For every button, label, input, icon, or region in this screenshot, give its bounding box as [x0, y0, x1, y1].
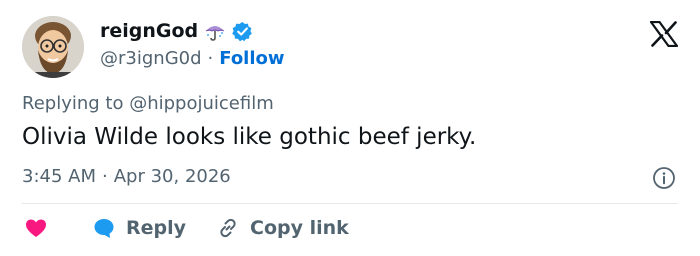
reply-label: Reply — [126, 217, 187, 239]
x-logo-icon[interactable] — [650, 21, 678, 47]
separator-dot: · — [207, 48, 214, 69]
follow-button[interactable]: Follow — [219, 48, 284, 69]
avatar[interactable] — [22, 16, 84, 78]
info-icon[interactable] — [652, 166, 676, 190]
action-bar: Reply Copy link — [24, 216, 349, 240]
replying-to: Replying to @hippojuicefilm — [22, 93, 274, 114]
tweet-text: Olivia Wilde looks like gothic beef jerk… — [22, 124, 477, 150]
reply-button[interactable]: Reply — [92, 216, 186, 240]
separator-dot: · — [102, 166, 108, 187]
copy-link-button[interactable]: Copy link — [216, 216, 349, 240]
display-name[interactable]: reignGod — [100, 20, 198, 42]
tweet-time: 3:45 AM — [22, 166, 96, 187]
verified-badge-icon — [232, 21, 253, 42]
umbrella-emoji-icon — [204, 20, 226, 42]
divider — [22, 203, 678, 204]
reply-bubble-icon — [94, 219, 114, 238]
reply-mention[interactable]: @hippojuicefilm — [129, 93, 274, 114]
tweet-card: reignGod @r3ignG0d · Follow Replying to … — [0, 0, 700, 256]
tweet-date: Apr 30, 2026 — [113, 166, 231, 187]
user-handle[interactable]: @r3ignG0d — [100, 48, 202, 69]
link-icon — [220, 218, 236, 238]
name-row: reignGod — [100, 20, 253, 42]
copy-link-label: Copy link — [250, 217, 349, 239]
replying-prefix: Replying to — [22, 93, 124, 114]
tweet-timestamp[interactable]: 3:45 AM · Apr 30, 2026 — [22, 166, 231, 187]
handle-row: @r3ignG0d · Follow — [100, 48, 285, 69]
heart-icon[interactable] — [24, 216, 48, 240]
